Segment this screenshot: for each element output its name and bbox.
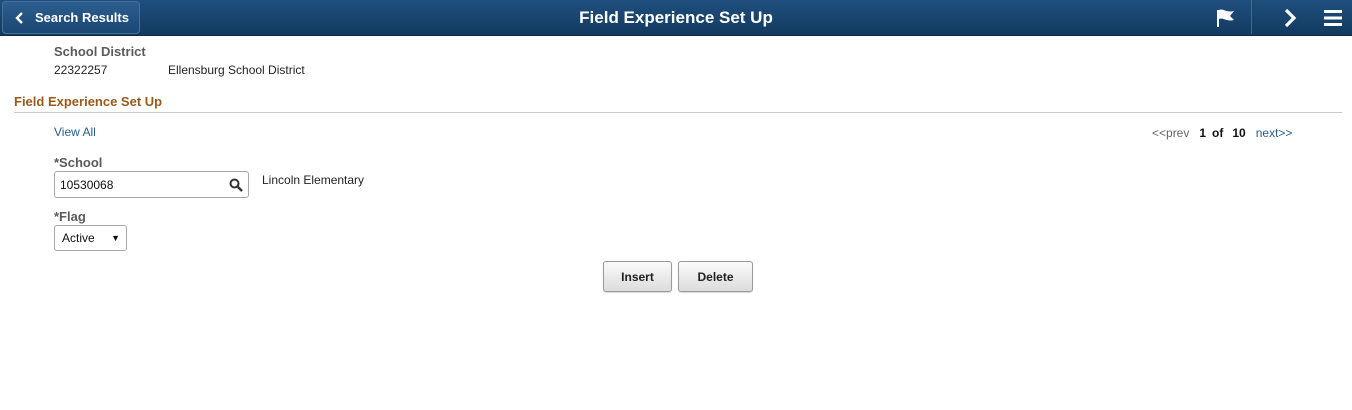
section-title: Field Experience Set Up	[14, 94, 163, 109]
chevron-left-icon	[15, 11, 35, 24]
school-field	[54, 171, 249, 198]
flag-select[interactable]: Active ▼	[54, 225, 127, 251]
school-input[interactable]	[55, 172, 220, 197]
app-header: Search Results Field Experience Set Up	[0, 0, 1352, 36]
page-title: Field Experience Set Up	[579, 8, 773, 27]
prev-link[interactable]: <<prev	[1152, 126, 1189, 140]
back-to-search-results-button[interactable]: Search Results	[2, 1, 140, 34]
flag-select-value: Active	[62, 231, 95, 245]
delete-button[interactable]: Delete	[678, 261, 753, 292]
next-link[interactable]: next>>	[1256, 126, 1293, 140]
page-of: of	[1212, 126, 1224, 140]
page-current: 1	[1199, 126, 1207, 140]
insert-button[interactable]: Insert	[603, 261, 672, 292]
section-divider	[14, 112, 1342, 113]
menu-icon[interactable]	[1318, 0, 1348, 36]
school-label: *School	[54, 155, 103, 170]
flag-label: *Flag	[54, 209, 86, 224]
chevron-down-icon: ▼	[111, 233, 120, 243]
search-icon[interactable]	[229, 178, 243, 192]
flag-icon[interactable]	[1208, 0, 1244, 36]
school-district-label: School District	[54, 44, 146, 59]
back-button-label: Search Results	[35, 10, 129, 25]
header-divider	[1251, 0, 1252, 34]
school-district-id: 22322257	[54, 63, 108, 77]
school-name: Lincoln Elementary	[262, 173, 365, 187]
pager: <<prev 1 of 10 next>>	[1152, 126, 1292, 140]
school-district-name: Ellensburg School District	[168, 63, 305, 77]
view-all-link[interactable]: View All	[54, 125, 96, 139]
chevron-right-icon[interactable]	[1273, 0, 1307, 36]
page-total: 10	[1232, 126, 1246, 140]
